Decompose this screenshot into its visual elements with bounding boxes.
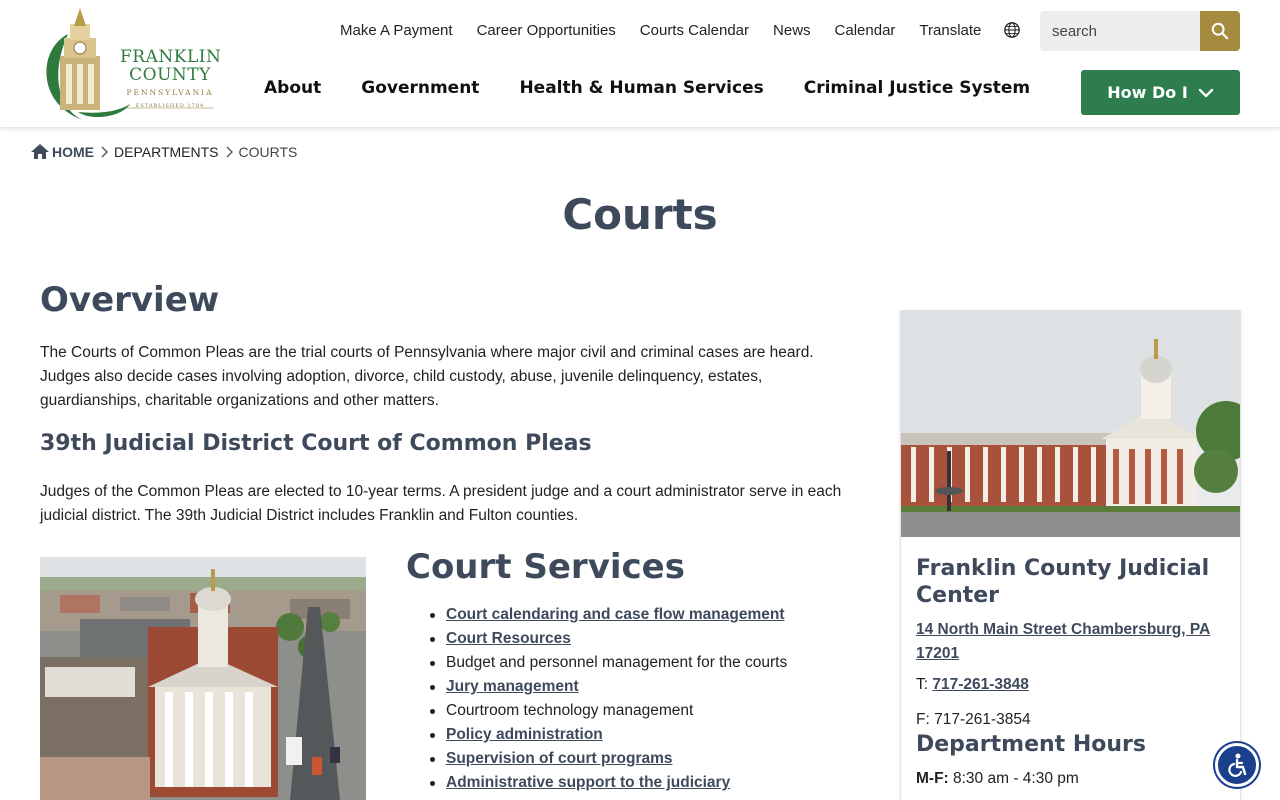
- overview-section: Overview: [40, 280, 860, 320]
- logo-line-established: ESTABLISHED 1784: [135, 103, 205, 109]
- util-link-courts-calendar[interactable]: Courts Calendar: [640, 22, 749, 39]
- logo-line-county: COUNTY: [129, 65, 211, 85]
- nav-health-human-services[interactable]: Health & Human Services: [519, 78, 763, 98]
- home-icon[interactable]: [30, 143, 50, 160]
- overview-text: The Courts of Common Pleas are the trial…: [40, 344, 814, 409]
- how-do-i-button[interactable]: How Do I: [1081, 70, 1240, 115]
- card-fax: F: 717-261-3854: [916, 711, 1031, 728]
- list-item: Budget and personnel management for the …: [429, 651, 788, 675]
- card-phone: T: 717-261-3848: [916, 676, 1029, 694]
- how-do-i-label: How Do I: [1107, 83, 1188, 102]
- nav-criminal-justice[interactable]: Criminal Justice System: [804, 78, 1030, 98]
- site-search: [1040, 11, 1240, 51]
- list-item: Policy administration: [429, 723, 787, 747]
- service-link-admin-support[interactable]: Administrative support to the judiciary: [446, 774, 730, 791]
- list-item: Administrative support to the judiciary: [429, 771, 787, 795]
- card-title: Franklin County Judicial Center: [916, 556, 1210, 608]
- service-link-jury[interactable]: Jury management: [446, 678, 579, 695]
- breadcrumb: HOME DEPARTMENTS COURTS: [30, 143, 297, 160]
- hours-time: 8:30 am - 4:30 pm: [948, 770, 1079, 787]
- service-link-policy[interactable]: Policy administration: [446, 726, 603, 743]
- chevron-right-icon: [101, 146, 108, 157]
- phone-link[interactable]: 717-261-3848: [932, 676, 1029, 693]
- judicial-center-card: Franklin County Judicial Center 14 North…: [900, 310, 1241, 800]
- search-icon: [1211, 22, 1229, 40]
- accessibility-icon: [1228, 753, 1247, 777]
- main-nav: About Government Health & Human Services…: [264, 78, 1070, 98]
- list-item: Court Resources: [429, 627, 787, 651]
- breadcrumb-current: COURTS: [238, 143, 298, 160]
- list-item: Jury management: [429, 675, 787, 699]
- list-item: Court calendaring and case flow manageme…: [429, 603, 787, 627]
- overview-heading: Overview: [40, 280, 220, 320]
- district-text: Judges of the Common Pleas are elected t…: [40, 483, 842, 524]
- util-link-news[interactable]: News: [773, 22, 811, 39]
- service-text-technology: Courtroom technology management: [446, 702, 694, 719]
- hours-heading: Department Hours: [916, 732, 1146, 757]
- hours-text: M-F: 8:30 am - 4:30 pm: [916, 770, 1079, 788]
- hours-days: M-F:: [916, 770, 949, 787]
- logo-line-franklin: FRANKLIN: [120, 47, 222, 67]
- nav-government[interactable]: Government: [361, 78, 479, 98]
- util-link-make-payment[interactable]: Make A Payment: [340, 22, 453, 39]
- chevron-down-icon: [1198, 88, 1213, 97]
- search-button[interactable]: [1200, 11, 1240, 51]
- service-link-supervision[interactable]: Supervision of court programs: [446, 750, 673, 767]
- list-item: Supervision of court programs: [429, 747, 787, 771]
- service-link-court-resources[interactable]: Court Resources: [446, 630, 571, 647]
- page-title: Courts: [562, 190, 718, 239]
- county-logo[interactable]: FRANKLIN COUNTY PENNSYLVANIA ESTABLISHED…: [38, 4, 222, 122]
- list-item: Courtroom technology management: [429, 699, 787, 723]
- util-link-translate[interactable]: Translate: [919, 22, 981, 39]
- chevron-right-icon: [226, 146, 233, 157]
- phone-label: T:: [916, 676, 933, 693]
- nav-about[interactable]: About: [264, 78, 321, 98]
- logo-line-state: PENNSYLVANIA: [126, 88, 214, 97]
- breadcrumb-departments[interactable]: DEPARTMENTS: [114, 144, 219, 160]
- accessibility-button[interactable]: [1215, 743, 1259, 787]
- utility-nav: Make A Payment Career Opportunities Cour…: [340, 21, 1021, 39]
- courthouse-aerial-photo: [40, 557, 366, 800]
- logo-text: FRANKLIN COUNTY PENNSYLVANIA ESTABLISHED…: [120, 47, 222, 109]
- district-heading: 39th Judicial District Court of Common P…: [40, 431, 592, 456]
- site-header: FRANKLIN COUNTY PENNSYLVANIA ESTABLISHED…: [0, 0, 1280, 127]
- court-services-heading: Court Services: [406, 547, 685, 587]
- service-text-budget: Budget and personnel management for the …: [446, 654, 788, 671]
- util-link-careers[interactable]: Career Opportunities: [477, 22, 616, 39]
- service-link-calendaring[interactable]: Court calendaring and case flow manageme…: [446, 606, 785, 623]
- court-services-list: Court calendaring and case flow manageme…: [429, 603, 788, 795]
- judicial-center-photo: [901, 311, 1240, 537]
- card-address-link[interactable]: 14 North Main Street Chambersburg, PA 17…: [916, 618, 1226, 666]
- globe-icon[interactable]: [1003, 21, 1021, 39]
- util-link-calendar[interactable]: Calendar: [835, 22, 896, 39]
- search-input[interactable]: [1040, 11, 1200, 51]
- breadcrumb-home[interactable]: HOME: [52, 144, 94, 160]
